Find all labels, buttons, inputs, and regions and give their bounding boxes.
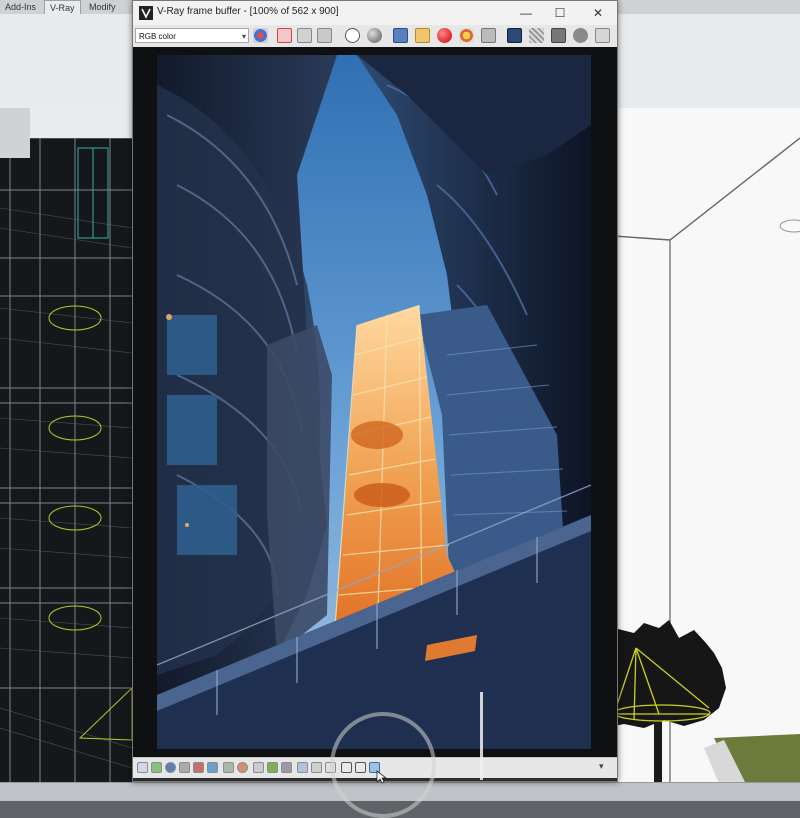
right-viewport-scene bbox=[614, 108, 800, 800]
link-icon[interactable] bbox=[529, 28, 544, 43]
right-viewport[interactable] bbox=[614, 108, 800, 800]
vray-logo-icon bbox=[139, 6, 153, 20]
zoom-icon[interactable] bbox=[311, 762, 322, 773]
left-viewport[interactable] bbox=[0, 108, 132, 800]
close-button[interactable]: ✕ bbox=[583, 3, 613, 23]
stamp-icon[interactable] bbox=[595, 28, 610, 43]
stats-icon[interactable] bbox=[297, 762, 308, 773]
chevron-down-icon: ▾ bbox=[241, 32, 246, 41]
tab-v-ray[interactable]: V-Ray bbox=[44, 0, 81, 15]
hdr-icon[interactable] bbox=[267, 762, 278, 773]
vfb-title-bar[interactable]: V-Ray frame buffer - [100% of 562 x 900]… bbox=[133, 1, 617, 26]
color-picker-icon[interactable] bbox=[253, 28, 268, 43]
levels-icon[interactable] bbox=[223, 762, 234, 773]
srgb-icon[interactable] bbox=[151, 762, 162, 773]
clear-image-icon[interactable] bbox=[437, 28, 452, 43]
cursor-guide-line bbox=[480, 692, 483, 780]
white-balance-icon[interactable] bbox=[207, 762, 218, 773]
vfb-window: V-Ray frame buffer - [100% of 562 x 900]… bbox=[132, 0, 618, 782]
exposure-icon[interactable] bbox=[193, 762, 204, 773]
render-view[interactable] bbox=[133, 47, 617, 757]
track-mouse-icon[interactable] bbox=[459, 28, 474, 43]
lut-icon[interactable] bbox=[165, 762, 176, 773]
display-correction-icon[interactable] bbox=[137, 762, 148, 773]
left-viewport-wireframe bbox=[0, 108, 132, 800]
load-image-icon[interactable] bbox=[415, 28, 430, 43]
render-canvas bbox=[157, 55, 591, 749]
minimize-button[interactable]: — bbox=[511, 3, 541, 23]
red-channel-icon[interactable] bbox=[277, 28, 292, 43]
curves-icon[interactable] bbox=[237, 762, 248, 773]
mono-icon[interactable] bbox=[367, 28, 382, 43]
channel-dropdown-value: RGB color bbox=[139, 32, 176, 41]
pan-icon[interactable] bbox=[481, 28, 496, 43]
tab-add-ins[interactable]: Add-Ins bbox=[0, 0, 41, 14]
ocio-icon[interactable] bbox=[179, 762, 190, 773]
alpha-circle-icon[interactable] bbox=[345, 28, 360, 43]
render-region-icon[interactable] bbox=[507, 28, 522, 43]
mouse-cursor-icon bbox=[376, 770, 388, 784]
green-channel-icon[interactable] bbox=[297, 28, 312, 43]
tab-modify[interactable]: Modify bbox=[84, 0, 121, 14]
save-image-icon[interactable] bbox=[393, 28, 408, 43]
chevron-down-icon[interactable]: ▾ bbox=[599, 761, 604, 772]
lens-effects-icon[interactable] bbox=[573, 28, 588, 43]
click-indicator-ring bbox=[330, 712, 436, 818]
histogram-icon[interactable] bbox=[281, 762, 292, 773]
maximize-button[interactable]: ☐ bbox=[545, 3, 575, 23]
history-icon[interactable] bbox=[551, 28, 566, 43]
vfb-toolbar: RGB color ▾ bbox=[133, 25, 617, 48]
blue-channel-icon[interactable] bbox=[317, 28, 332, 43]
rendered-image bbox=[157, 55, 591, 749]
channel-dropdown[interactable]: RGB color ▾ bbox=[135, 28, 249, 43]
background-icon[interactable] bbox=[253, 762, 264, 773]
vfb-title: V-Ray frame buffer - [100% of 562 x 900] bbox=[157, 6, 339, 17]
